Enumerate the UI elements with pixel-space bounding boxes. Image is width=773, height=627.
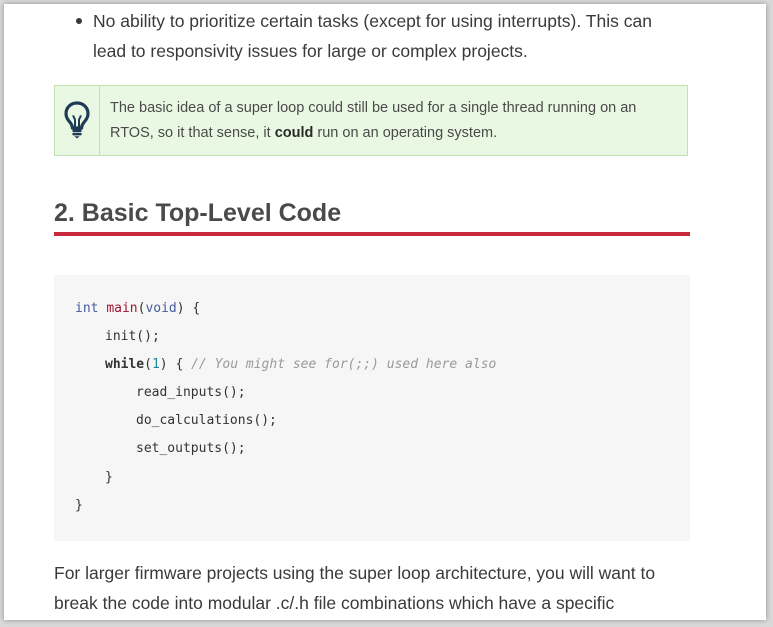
tip-emphasis: could (274, 125, 314, 141)
code-token-type: int (75, 301, 99, 316)
list-item: No ability to prioritize certain tasks (… (76, 6, 693, 66)
paragraph-line-2: break the code into modular .c/.h file c… (54, 593, 615, 613)
code-block: int main(void) { init(); while(1) { // Y… (54, 275, 690, 541)
bullet-list: No ability to prioritize certain tasks (… (76, 6, 693, 66)
code-line-1: int main(void) { (75, 299, 200, 319)
section-heading: 2. Basic Top-Level Code (54, 199, 342, 227)
tip-line-2-start: RTOS, so it that sense, it (110, 125, 275, 141)
bullet-line-1: No ability to prioritize certain tasks (… (93, 11, 652, 31)
code-line-4: read_inputs(); (136, 385, 246, 400)
code-line-8: } (75, 498, 83, 513)
body-paragraph: For larger firmware projects using the s… (54, 558, 690, 618)
bullet-dot (76, 18, 82, 24)
code-line-7: } (105, 470, 113, 485)
lightbulb-icon (64, 101, 90, 139)
code-token-rest: ) { (159, 357, 192, 372)
code-line-3: while(1) { // You might see for(;;) used… (105, 355, 496, 375)
heading-underline (54, 232, 690, 236)
code-token-function: main (106, 301, 138, 316)
document-page: No ability to prioritize certain tasks (… (4, 4, 766, 620)
tip-line-2-end: run on an operating system. (313, 125, 498, 141)
tip-line-1: The basic idea of a super loop could sti… (110, 100, 637, 116)
code-comment: // You might see for(;;) used here also (191, 357, 497, 372)
tip-callout: The basic idea of a super loop could sti… (54, 85, 688, 156)
bullet-line-2: lead to responsivity issues for large or… (93, 41, 528, 61)
code-token-paren: ( (144, 357, 152, 372)
code-line-5: do_calculations(); (136, 413, 277, 428)
tip-text: The basic idea of a super loop could sti… (110, 96, 680, 146)
code-token-rest: ) { (176, 301, 201, 316)
code-token-param: void (145, 301, 177, 316)
code-line-2: init(); (105, 329, 160, 344)
code-token-number: 1 (151, 357, 160, 372)
code-line-6: set_outputs(); (136, 441, 246, 456)
tip-icon-cell (55, 86, 100, 155)
code-token-keyword: while (105, 357, 145, 372)
paragraph-line-1: For larger firmware projects using the s… (54, 563, 656, 583)
